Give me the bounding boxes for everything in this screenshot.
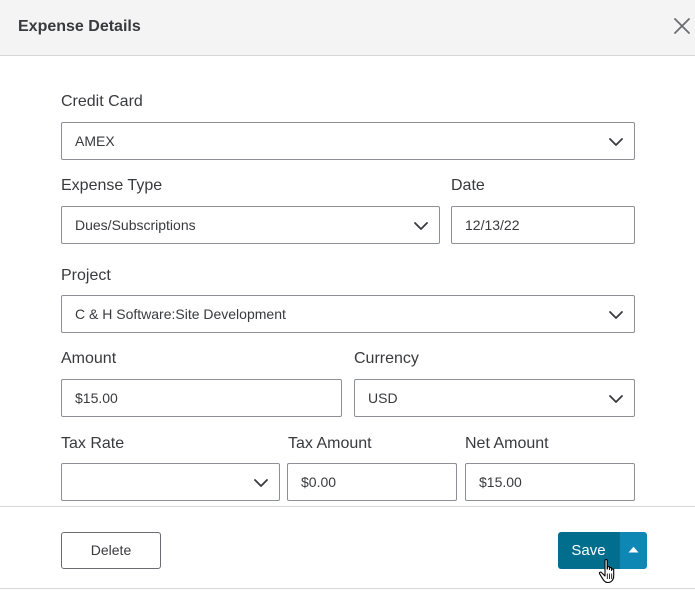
amount-value: $15.00: [75, 390, 118, 406]
expense-details-dialog: Expense Details Credit Card AMEX Expense…: [0, 0, 695, 590]
expense-type-label: Expense Type: [61, 177, 163, 194]
hand-cursor-icon: [598, 559, 615, 584]
tax-amount-label: Tax Amount: [288, 435, 372, 452]
credit-card-label: Credit Card: [61, 93, 143, 110]
currency-label: Currency: [354, 350, 419, 367]
close-button[interactable]: [670, 14, 694, 38]
amount-field[interactable]: $15.00: [61, 379, 342, 417]
expense-type-value: Dues/Subscriptions: [75, 217, 196, 233]
project-select[interactable]: C & H Software:Site Development: [61, 295, 635, 333]
form-body: Credit Card AMEX Expense Type Dues/Subsc…: [0, 57, 695, 506]
bottom-divider: [0, 588, 695, 589]
tax-amount-field[interactable]: $0.00: [287, 463, 457, 501]
expense-type-select[interactable]: Dues/Subscriptions: [61, 206, 440, 244]
currency-select[interactable]: USD: [354, 379, 635, 417]
net-amount-label: Net Amount: [465, 435, 549, 452]
project-value: C & H Software:Site Development: [75, 306, 286, 322]
date-field[interactable]: 12/13/22: [451, 206, 635, 244]
date-label: Date: [451, 177, 485, 194]
save-options-button[interactable]: [619, 532, 647, 569]
net-amount-field[interactable]: $15.00: [465, 463, 635, 501]
credit-card-select[interactable]: AMEX: [61, 122, 635, 160]
credit-card-value: AMEX: [75, 133, 115, 149]
dialog-title: Expense Details: [18, 18, 141, 35]
date-value: 12/13/22: [465, 217, 520, 233]
chevron-down-icon: [609, 311, 623, 319]
delete-button[interactable]: Delete: [61, 532, 161, 569]
chevron-down-icon: [609, 138, 623, 146]
chevron-down-icon: [254, 479, 268, 487]
amount-label: Amount: [61, 350, 117, 367]
chevron-down-icon: [414, 222, 428, 230]
tax-rate-label: Tax Rate: [61, 435, 125, 452]
project-label: Project: [61, 267, 111, 284]
caret-up-icon: [628, 546, 639, 553]
tax-amount-value: $0.00: [301, 474, 337, 490]
net-amount-value: $15.00: [479, 474, 522, 490]
chevron-down-icon: [609, 395, 623, 403]
footer-divider: [0, 506, 695, 507]
close-icon: [674, 18, 690, 34]
dialog-header: Expense Details: [0, 0, 695, 56]
currency-value: USD: [368, 390, 398, 406]
tax-rate-select[interactable]: [61, 463, 280, 501]
